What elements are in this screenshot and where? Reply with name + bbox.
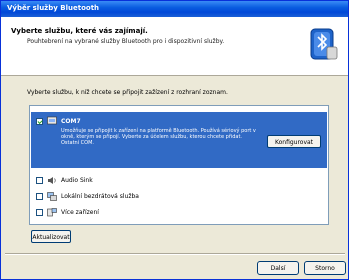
wizard-header: Vyberte službu, které vás zajímají. Pouh… [1,17,348,76]
service-description: Umožňuje se připojit k zařízení na platf… [61,128,256,146]
device-icon [47,208,57,217]
list-item[interactable]: Lokální bezdrátová služba [31,190,327,204]
bluetooth-service-dialog: Výběr služby Bluetooth Vyberte službu, k… [0,0,349,280]
service-checkbox[interactable] [36,193,43,200]
header-title: Vyberte službu, které vás zajímají. [11,27,148,35]
network-icon [47,192,57,201]
next-button[interactable]: Dalsí [257,261,299,275]
bluetooth-icon [310,28,338,60]
service-name: COM7 [61,118,81,125]
cancel-button[interactable]: Storno [304,261,346,275]
checkbox[interactable] [36,193,43,200]
separator [5,253,345,255]
list-description: Vyberte službu, k níž chcete se připojit… [27,89,228,96]
list-item[interactable]: Více zařízení [31,206,327,220]
refresh-button[interactable]: Aktualizovat [31,230,71,243]
list-item[interactable]: Audio Sink [31,174,327,188]
service-list[interactable]: COM7 Umožňuje se připojit k zařízení na … [29,105,329,225]
checkbox[interactable] [36,209,43,216]
serial-port-icon [47,116,57,125]
title-bar[interactable]: Výběr služby Bluetooth [1,1,348,17]
window-title: Výběr služby Bluetooth [7,4,100,12]
header-subtitle: Pouhtebrení na vybrané služby Bluetooth … [27,38,225,45]
configure-button[interactable]: Konfigurovat [267,135,321,148]
audio-icon [47,176,57,185]
list-item-selected[interactable]: COM7 Umožňuje se připojit k zařízení na … [31,112,327,168]
service-label: Audio Sink [61,177,93,184]
service-checkbox[interactable] [36,177,43,184]
service-label: Více zařízení [61,209,99,216]
service-label: Lokální bezdrátová služba [61,193,139,200]
checkbox[interactable] [36,177,43,184]
checkbox-checked[interactable] [36,118,43,125]
service-checkbox[interactable] [36,118,43,125]
service-checkbox[interactable] [36,209,43,216]
